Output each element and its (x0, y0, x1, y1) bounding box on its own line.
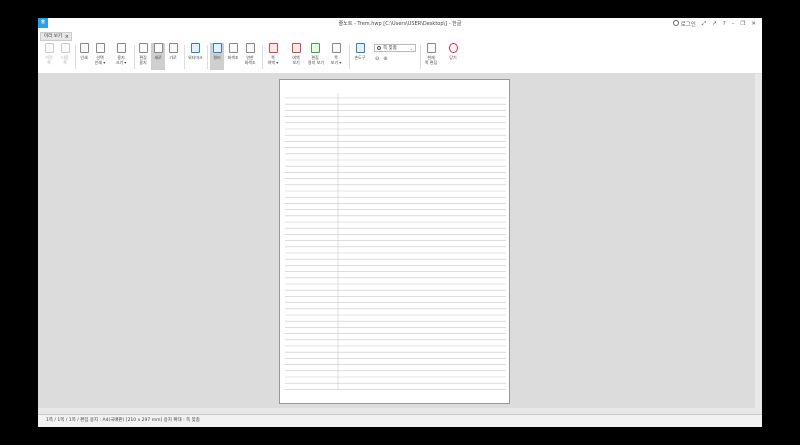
separator (134, 45, 135, 69)
printer-icon (79, 43, 89, 53)
chevron-down-icon: ⌄ (409, 46, 413, 51)
ruled-lines (285, 93, 506, 390)
close-preview-button[interactable]: 닫기 (446, 43, 460, 60)
show-margin-button[interactable]: 여백 보기 (289, 43, 303, 65)
prev-page-button[interactable]: 이전 쪽 (42, 43, 56, 65)
help-icon[interactable]: ? (723, 21, 726, 27)
separator (349, 45, 350, 69)
grayscale-label: 회색조 (227, 55, 239, 60)
paper-size-icon (116, 43, 126, 53)
edit-page-icon (426, 43, 436, 53)
zoom-value: 쪽 맞춤 (383, 46, 397, 51)
light-grayscale-icon (245, 43, 255, 53)
login-label: 로그인 (680, 22, 696, 28)
tab-close-icon[interactable]: × (65, 33, 69, 41)
zoom-out-icon[interactable]: ⊖ (375, 56, 379, 62)
next-page-button[interactable]: 다음 쪽 (58, 43, 72, 65)
select-print-label: 선택 인쇄 ▾ (94, 55, 106, 65)
portrait-label: 세로 (154, 55, 162, 60)
watermark-label: 워터마크 (188, 55, 203, 60)
select-print-icon (95, 43, 105, 53)
hand-icon (355, 43, 365, 53)
separator (184, 45, 185, 69)
page-view-button[interactable]: 쪽 보기 ▾ (329, 43, 343, 65)
prev-page-icon (44, 43, 54, 53)
show-edit-paper-button[interactable]: 편집 용지 보기 (308, 43, 324, 65)
login-button[interactable]: 로그인 (672, 20, 696, 28)
zoom-select[interactable]: 쪽 맞춤 ⌄ (374, 44, 416, 52)
landscape-button[interactable]: 가로 (166, 43, 180, 60)
separator (75, 45, 76, 69)
preview-workspace[interactable] (38, 74, 762, 414)
ribbon-toolbar: 이전 쪽 다음 쪽 인쇄 선택 인쇄 ▾ 용지 크기 ▾ 편집 용지 세로 가로… (38, 41, 762, 74)
show-margin-label: 여백 보기 (292, 55, 300, 65)
color-button[interactable]: 컬러 (210, 43, 224, 70)
print-button[interactable]: 인쇄 (77, 43, 91, 60)
close-circle-icon (448, 43, 458, 53)
next-page-label: 다음 쪽 (61, 55, 69, 65)
grayscale-icon (228, 43, 238, 53)
vertical-scrollbar[interactable] (755, 74, 762, 414)
pin-icon[interactable]: ↗ (712, 21, 717, 27)
user-icon (672, 20, 679, 26)
status-bar: 1쪽 / 1쪽 / 1쪽 / 편집 용지 : A4(국배판) [210 x 29… (38, 414, 762, 427)
close-preview-label: 닫기 (449, 55, 457, 60)
next-page-icon (60, 43, 70, 53)
title-bar: ㅎ 줄노트 - Trem.hwp [C:\Users\USER\Desktop\… (38, 18, 762, 32)
light-grayscale-button[interactable]: 연한 회색조 (243, 43, 257, 65)
close-button[interactable]: ✕ (751, 21, 756, 27)
app-window: ㅎ 줄노트 - Trem.hwp [C:\Users\USER\Desktop\… (38, 18, 762, 427)
color-icon (212, 43, 222, 53)
window-title: 줄노트 - Trem.hwp [C:\Users\USER\Desktop\] … (338, 21, 462, 27)
hand-tool-button[interactable]: 손도구 (353, 43, 367, 60)
prev-page-label: 이전 쪽 (45, 55, 53, 65)
color-label: 컬러 (213, 55, 221, 60)
edit-current-page-button[interactable]: 현재 쪽 편집 (424, 43, 438, 65)
title-controls: 로그인 ⤢ ↗ ? – ❐ ✕ (672, 20, 756, 28)
zoom-in-icon[interactable]: ⊕ (383, 56, 387, 62)
paper-size-button[interactable]: 용지 크기 ▾ (114, 43, 128, 65)
fullscreen-icon[interactable]: ⤢ (702, 21, 706, 28)
page-margin-button[interactable]: 쪽 여백 ▾ (266, 43, 280, 65)
search-icon (377, 46, 381, 50)
preview-page (279, 79, 510, 404)
watermark-icon (190, 43, 200, 53)
select-print-button[interactable]: 선택 인쇄 ▾ (93, 43, 107, 65)
landscape-label: 가로 (169, 55, 177, 60)
page-margin-label: 쪽 여백 ▾ (267, 55, 279, 65)
status-text: 1쪽 / 1쪽 / 1쪽 / 편집 용지 : A4(국배판) [210 x 29… (46, 418, 200, 423)
paper-size-label: 용지 크기 ▾ (115, 55, 127, 65)
edit-paper-button[interactable]: 편집 용지 (136, 43, 150, 65)
hand-tool-label: 손도구 (354, 55, 366, 60)
portrait-button[interactable]: 세로 (151, 43, 165, 70)
minimize-button[interactable]: – (732, 21, 735, 27)
tab-label: 미리 보기 (44, 34, 62, 39)
show-edit-paper-icon (310, 43, 320, 53)
light-grayscale-label: 연한 회색조 (244, 55, 256, 65)
zoom-icons: ⊖ ⊕ (375, 56, 387, 62)
watermark-button[interactable]: 워터마크 (188, 43, 203, 60)
separator (262, 45, 263, 69)
page-margin-icon (268, 43, 278, 53)
edit-paper-label: 편집 용지 (139, 55, 147, 65)
separator (207, 45, 208, 69)
landscape-icon (168, 43, 178, 53)
restore-button[interactable]: ❐ (740, 21, 745, 27)
show-margin-icon (291, 43, 301, 53)
page-view-icon (331, 43, 341, 53)
tab-bar: 미리 보기 × (38, 32, 762, 41)
grayscale-button[interactable]: 회색조 (226, 43, 240, 60)
tab-print-preview[interactable]: 미리 보기 × (40, 32, 72, 41)
separator (420, 45, 421, 69)
print-label: 인쇄 (80, 55, 88, 60)
edit-current-page-label: 현재 쪽 편집 (424, 55, 438, 65)
show-edit-paper-label: 편집 용지 보기 (308, 55, 324, 65)
edit-paper-icon (138, 43, 148, 53)
portrait-icon (153, 43, 163, 53)
page-view-label: 쪽 보기 ▾ (330, 55, 342, 65)
